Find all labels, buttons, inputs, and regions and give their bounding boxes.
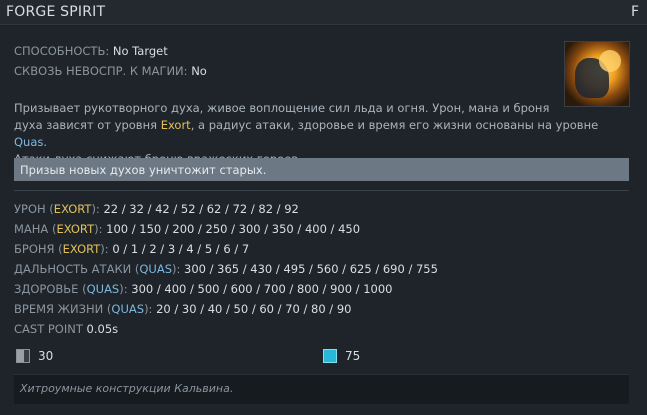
cast-point-label: CAST POINT — [14, 322, 83, 336]
stat-row: ДАЛЬНОСТЬ АТАКИ (QUAS): 300 / 365 / 430 … — [14, 262, 438, 276]
stat-tag: QUAS — [139, 262, 172, 276]
cast-point-value: 0.05s — [86, 322, 119, 336]
cast-point-row: CAST POINT 0.05s — [14, 322, 118, 336]
stat-tag: EXORT — [53, 202, 92, 216]
stat-values: 300 / 400 / 500 / 600 / 700 / 800 / 900 … — [131, 282, 393, 296]
cooldown-value: 30 — [38, 349, 54, 363]
mana-cost-value: 75 — [345, 349, 361, 363]
stat-row: УРОН (EXORT): 22 / 32 / 42 / 52 / 62 / 7… — [14, 202, 299, 216]
pierce-value: No — [191, 64, 207, 78]
behavior-value: No Target — [112, 44, 168, 58]
stat-row: ВРЕМЯ ЖИЗНИ (QUAS): 20 / 30 / 40 / 50 / … — [14, 302, 352, 316]
exort-keyword: Exort — [160, 118, 191, 132]
divider — [14, 190, 629, 191]
pierce-label: СКВОЗЬ НЕВОСПР. К МАГИИ: — [14, 64, 188, 78]
stat-values: 300 / 365 / 430 / 495 / 560 / 625 / 690 … — [184, 262, 438, 276]
stat-tag: QUAS — [111, 302, 145, 316]
stat-values: 0 / 1 / 2 / 3 / 4 / 5 / 6 / 7 — [112, 242, 250, 256]
forge-spirit-icon — [564, 41, 630, 107]
stat-values: 100 / 150 / 200 / 250 / 300 / 350 / 400 … — [106, 222, 361, 236]
description-line-2: духа зависят от уровня Exort, а радиус а… — [14, 118, 599, 149]
stat-row: МАНА (EXORT): 100 / 150 / 200 / 250 / 30… — [14, 222, 361, 236]
pierce-row: СКВОЗЬ НЕВОСПР. К МАГИИ: No — [14, 64, 207, 78]
quas-keyword: Quas — [14, 135, 44, 149]
stat-values: 22 / 32 / 42 / 52 / 62 / 72 / 82 / 92 — [103, 202, 299, 216]
cooldown-icon — [16, 349, 30, 363]
description-line-1: Призывает рукотворного духа, живое вопло… — [14, 101, 550, 115]
ability-lore: Хитроумные конструкции Кальвина. — [14, 374, 629, 404]
tooltip-body: СПОСОБНОСТЬ: No Target СКВОЗЬ НЕВОСПР. К… — [0, 26, 647, 415]
stat-tag: EXORT — [62, 242, 101, 256]
stat-tag: QUAS — [86, 282, 120, 296]
stat-row: БРОНЯ (EXORT): 0 / 1 / 2 / 3 / 4 / 5 / 6… — [14, 242, 250, 256]
ability-note: Призыв новых духов уничтожит старых. — [14, 158, 629, 181]
behavior-row: СПОСОБНОСТЬ: No Target — [14, 44, 168, 58]
behavior-label: СПОСОБНОСТЬ: — [14, 44, 110, 58]
stat-row: ЗДОРОВЬЕ (QUAS): 300 / 400 / 500 / 600 /… — [14, 282, 393, 296]
stat-tag: EXORT — [56, 222, 95, 236]
mana-icon — [323, 349, 337, 363]
tooltip-header: FORGE SPIRIT F — [0, 0, 647, 25]
ability-hotkey: F — [630, 4, 639, 20]
stat-values: 20 / 30 / 40 / 50 / 60 / 70 / 80 / 90 — [156, 302, 352, 316]
ability-title: FORGE SPIRIT — [6, 4, 106, 20]
